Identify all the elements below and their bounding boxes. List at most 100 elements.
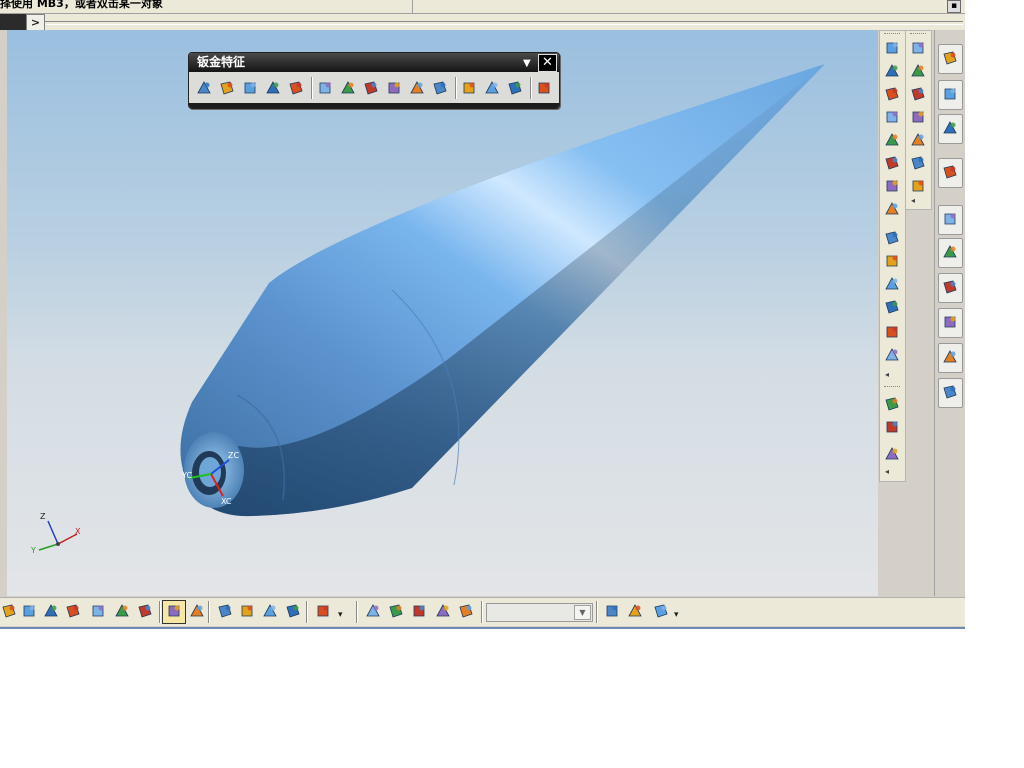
trim-body-icon[interactable] <box>883 323 901 341</box>
pad-icon[interactable] <box>883 177 901 195</box>
combo-dropdown-button[interactable]: ▼ <box>574 605 591 620</box>
view-render-icon[interactable] <box>261 602 279 620</box>
view-orient-icon[interactable] <box>238 602 256 620</box>
revolve-icon[interactable] <box>883 62 901 80</box>
filter-face-icon[interactable] <box>364 602 382 620</box>
status-corner-button[interactable]: ▪ <box>947 0 961 13</box>
resource-tab[interactable] <box>938 238 963 268</box>
spline-icon[interactable] <box>909 131 927 149</box>
pan-icon[interactable] <box>909 62 927 80</box>
offset-face-icon[interactable] <box>883 418 901 436</box>
slot-icon[interactable] <box>883 200 901 218</box>
resource-tab[interactable] <box>938 273 963 303</box>
thicken-icon[interactable] <box>883 298 901 316</box>
pocket-icon[interactable] <box>883 154 901 172</box>
process-studio-icon[interactable] <box>941 313 959 331</box>
snap-control-icon[interactable] <box>64 602 82 620</box>
sheet-metal-joggle-icon[interactable] <box>362 79 380 97</box>
sheet-metal-features-toolbar[interactable]: 钣金特征 ▼ ✕ <box>188 52 560 109</box>
graphics-viewport[interactable]: ZC XC YC Z X Y <box>7 30 878 596</box>
system-materials-icon[interactable] <box>941 243 959 261</box>
blend-icon[interactable] <box>883 229 901 247</box>
dropdown-caret[interactable]: ▾ <box>338 610 343 620</box>
zoom-icon[interactable] <box>909 39 927 57</box>
filter-point-icon[interactable] <box>603 602 621 620</box>
curve-rule-icon[interactable] <box>652 602 670 620</box>
dropdown-caret[interactable]: ▾ <box>674 610 679 620</box>
view-section-icon[interactable] <box>284 602 302 620</box>
background-icon[interactable] <box>941 383 959 401</box>
sheet-metal-flange-icon[interactable] <box>218 79 236 97</box>
sheet-metal-unbend-icon[interactable] <box>287 79 305 97</box>
toolbar-separator <box>530 77 532 99</box>
datum-plane-icon[interactable] <box>883 445 901 463</box>
sheet-metal-bead-icon[interactable] <box>408 79 426 97</box>
toolbar-grip[interactable] <box>884 386 900 389</box>
toolbar-overflow-arrow[interactable]: ◂ <box>885 467 889 476</box>
filter-feature-icon[interactable] <box>457 602 475 620</box>
filter-edge-icon[interactable] <box>410 602 428 620</box>
hole-icon[interactable] <box>883 108 901 126</box>
selection-scope-combo[interactable]: ▼ <box>486 603 593 622</box>
assembly-navigator-icon[interactable] <box>941 49 959 67</box>
sheet-metal-cutout-icon[interactable] <box>483 79 501 97</box>
resource-tab[interactable] <box>938 80 963 110</box>
resource-tab[interactable] <box>938 308 963 338</box>
history-icon[interactable] <box>941 210 959 228</box>
snap-intersection-icon[interactable] <box>89 602 107 620</box>
sheet-metal-tab-icon[interactable] <box>339 79 357 97</box>
toolbar-grip[interactable] <box>884 33 900 36</box>
toolbar-overflow-arrow[interactable]: ◂ <box>885 370 889 379</box>
sheet-metal-plate-icon[interactable] <box>316 79 334 97</box>
reuse-library-icon[interactable] <box>941 119 959 137</box>
extrude-icon[interactable] <box>883 39 901 57</box>
layer-icon[interactable] <box>314 602 332 620</box>
filter-body-icon[interactable] <box>387 602 405 620</box>
snap-midpoint-icon[interactable] <box>42 602 60 620</box>
snap-endpoint-icon[interactable] <box>20 602 38 620</box>
bridge-curve-icon[interactable] <box>909 154 927 172</box>
select-face-icon[interactable] <box>0 602 18 620</box>
filter-curve-icon[interactable] <box>626 602 644 620</box>
sheet-metal-punch-icon[interactable] <box>431 79 449 97</box>
sheet-metal-bend-icon[interactable] <box>195 79 213 97</box>
roles-icon[interactable] <box>941 348 959 366</box>
model-canvas[interactable]: ZC XC YC Z X Y <box>7 30 878 596</box>
view-fit-icon[interactable] <box>216 602 234 620</box>
toolbar-options-arrow[interactable]: ▼ <box>523 54 531 73</box>
snap-center-icon[interactable] <box>113 602 131 620</box>
resource-tab[interactable] <box>938 158 963 188</box>
shell-icon[interactable] <box>883 275 901 293</box>
project-curve-icon[interactable] <box>909 177 927 195</box>
sheet-metal-solid-punch-icon[interactable] <box>460 79 478 97</box>
snap-existing-point-icon[interactable] <box>165 602 183 620</box>
filter-component-icon[interactable] <box>434 602 452 620</box>
split-body-icon[interactable] <box>883 346 901 364</box>
resource-tab[interactable] <box>938 205 963 235</box>
sheet-metal-contour-icon[interactable] <box>241 79 259 97</box>
sheet-metal-corner-icon[interactable] <box>264 79 282 97</box>
toolbar-grip[interactable] <box>910 33 926 36</box>
sheet-metal-flat-pattern-icon[interactable] <box>506 79 524 97</box>
snap-point-on-curve-icon[interactable] <box>188 602 206 620</box>
sheet-metal-louver-icon[interactable] <box>385 79 403 97</box>
resource-tab[interactable] <box>938 44 963 74</box>
intersection-icon[interactable] <box>909 108 927 126</box>
resource-tab[interactable] <box>938 378 963 408</box>
sheet-metal-export-icon[interactable] <box>535 79 553 97</box>
boolean-unite-icon[interactable] <box>883 395 901 413</box>
expand-toolbar-button[interactable]: > <box>26 14 45 31</box>
snap-quadrant-icon[interactable] <box>136 602 154 620</box>
toolbar-overflow-arrow[interactable]: ◂ <box>911 196 915 205</box>
chamfer-icon[interactable] <box>883 252 901 270</box>
part-navigator-icon[interactable] <box>941 85 959 103</box>
sweep-icon[interactable] <box>883 85 901 103</box>
visualization-icon[interactable] <box>941 278 959 296</box>
resource-tab[interactable] <box>938 114 963 144</box>
toolbar-close-button[interactable]: ✕ <box>538 54 557 72</box>
resource-tab[interactable] <box>938 343 963 373</box>
curve-icon[interactable] <box>909 85 927 103</box>
boss-icon[interactable] <box>883 131 901 149</box>
toolbar-title-bar[interactable]: 钣金特征 ▼ ✕ <box>189 53 559 72</box>
web-browser-icon[interactable] <box>941 163 959 181</box>
